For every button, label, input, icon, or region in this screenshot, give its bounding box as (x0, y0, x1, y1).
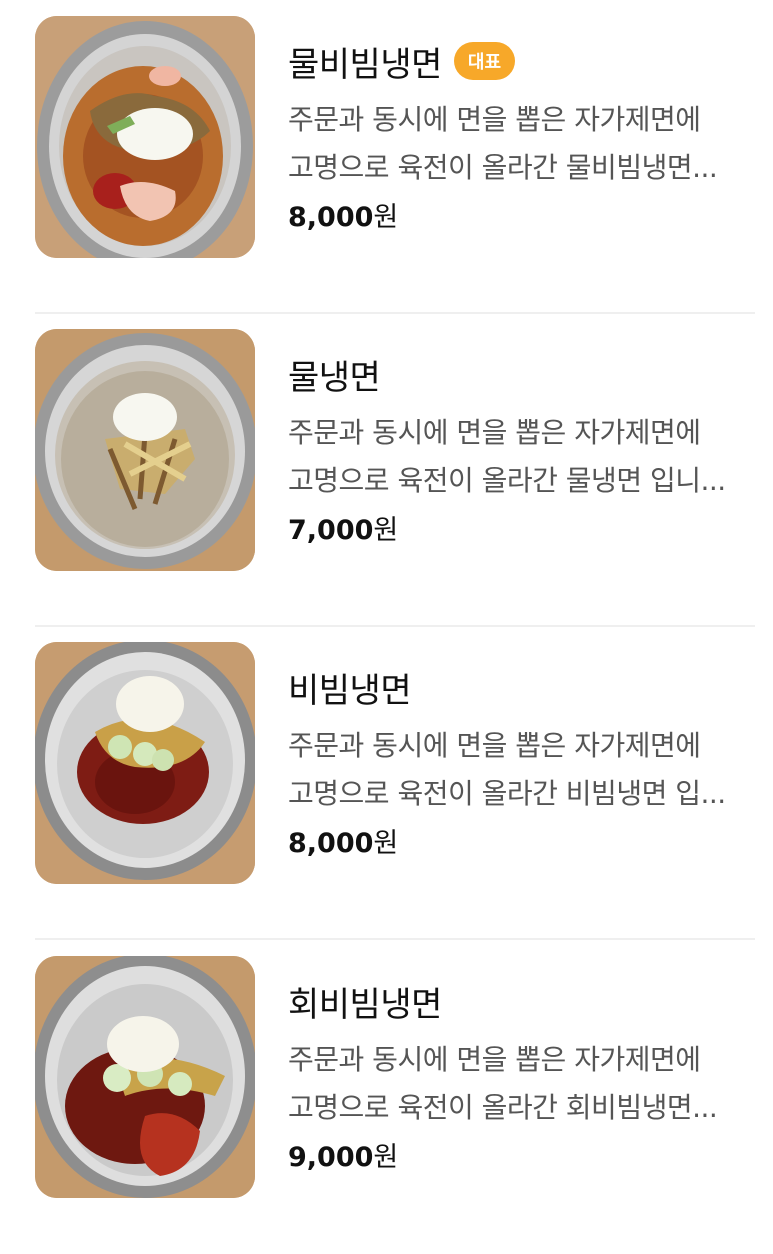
name-row: 물냉면 (288, 349, 758, 399)
menu-name: 비빔냉면 (288, 670, 412, 711)
menu-name: 물냉면 (288, 357, 381, 398)
menu-name: 회비빔냉면 (288, 984, 442, 1025)
menu-description: 주문과 동시에 면을 뽑은 자가제면에 고명으로 육전이 올라간 물비빔냉면..… (288, 96, 758, 192)
menu-description: 주문과 동시에 면을 뽑은 자가제면에 고명으로 육전이 올라간 회비빔냉면..… (288, 1036, 758, 1132)
price-amount: 8,000 (288, 828, 374, 859)
name-row: 물비빔냉면 대표 (288, 36, 758, 86)
description-line: 주문과 동시에 면을 뽑은 자가제면에 (288, 416, 701, 449)
menu-info: 회비빔냉면 주문과 동시에 면을 뽑은 자가제면에 고명으로 육전이 올라간 회… (288, 976, 758, 1178)
price-unit: 원 (373, 1142, 399, 1173)
name-row: 비빔냉면 (288, 662, 758, 712)
menu-name: 물비빔냉면 (288, 44, 442, 85)
price-amount: 7,000 (288, 515, 374, 546)
menu-item-mul-naengmyeon[interactable]: 물냉면 주문과 동시에 면을 뽑은 자가제면에 고명으로 육전이 올라간 물냉면… (0, 313, 773, 627)
food-photo (35, 642, 255, 884)
description-line: 주문과 동시에 면을 뽑은 자가제면에 (288, 103, 701, 136)
menu-price: 8,000원 (288, 824, 758, 864)
price-unit: 원 (373, 515, 399, 546)
menu-info: 물비빔냉면 대표 주문과 동시에 면을 뽑은 자가제면에 고명으로 육전이 올라… (288, 36, 758, 238)
price-amount: 9,000 (288, 1142, 374, 1173)
menu-price: 7,000원 (288, 511, 758, 551)
food-photo (35, 956, 255, 1198)
description-line: 고명으로 육전이 올라간 회비빔냉면... (288, 1091, 718, 1124)
description-line: 고명으로 육전이 올라간 비빔냉면 입... (288, 777, 726, 810)
menu-item-bibim-naengmyeon[interactable]: 비빔냉면 주문과 동시에 면을 뽑은 자가제면에 고명으로 육전이 올라간 비빔… (0, 626, 773, 940)
description-line: 주문과 동시에 면을 뽑은 자가제면에 (288, 1043, 701, 1076)
menu-info: 물냉면 주문과 동시에 면을 뽑은 자가제면에 고명으로 육전이 올라간 물냉면… (288, 349, 758, 551)
menu-price: 8,000원 (288, 198, 758, 238)
menu-item-hoe-bibim-naengmyeon[interactable]: 회비빔냉면 주문과 동시에 면을 뽑은 자가제면에 고명으로 육전이 올라간 회… (0, 940, 773, 1254)
description-line: 주문과 동시에 면을 뽑은 자가제면에 (288, 729, 701, 762)
food-photo (35, 16, 255, 258)
menu-price: 9,000원 (288, 1138, 758, 1178)
menu-info: 비빔냉면 주문과 동시에 면을 뽑은 자가제면에 고명으로 육전이 올라간 비빔… (288, 662, 758, 864)
price-amount: 8,000 (288, 202, 374, 233)
menu-description: 주문과 동시에 면을 뽑은 자가제면에 고명으로 육전이 올라간 비빔냉면 입.… (288, 722, 758, 818)
food-photo (35, 329, 255, 571)
name-row: 회비빔냉면 (288, 976, 758, 1026)
price-unit: 원 (373, 828, 399, 859)
menu-description: 주문과 동시에 면을 뽑은 자가제면에 고명으로 육전이 올라간 물냉면 입니.… (288, 409, 758, 505)
description-line: 고명으로 육전이 올라간 물냉면 입니... (288, 464, 726, 497)
menu-item-mul-bibim-naengmyeon[interactable]: 물비빔냉면 대표 주문과 동시에 면을 뽑은 자가제면에 고명으로 육전이 올라… (0, 0, 773, 314)
signature-badge: 대표 (453, 42, 516, 80)
description-line: 고명으로 육전이 올라간 물비빔냉면... (288, 151, 718, 184)
price-unit: 원 (373, 202, 399, 233)
